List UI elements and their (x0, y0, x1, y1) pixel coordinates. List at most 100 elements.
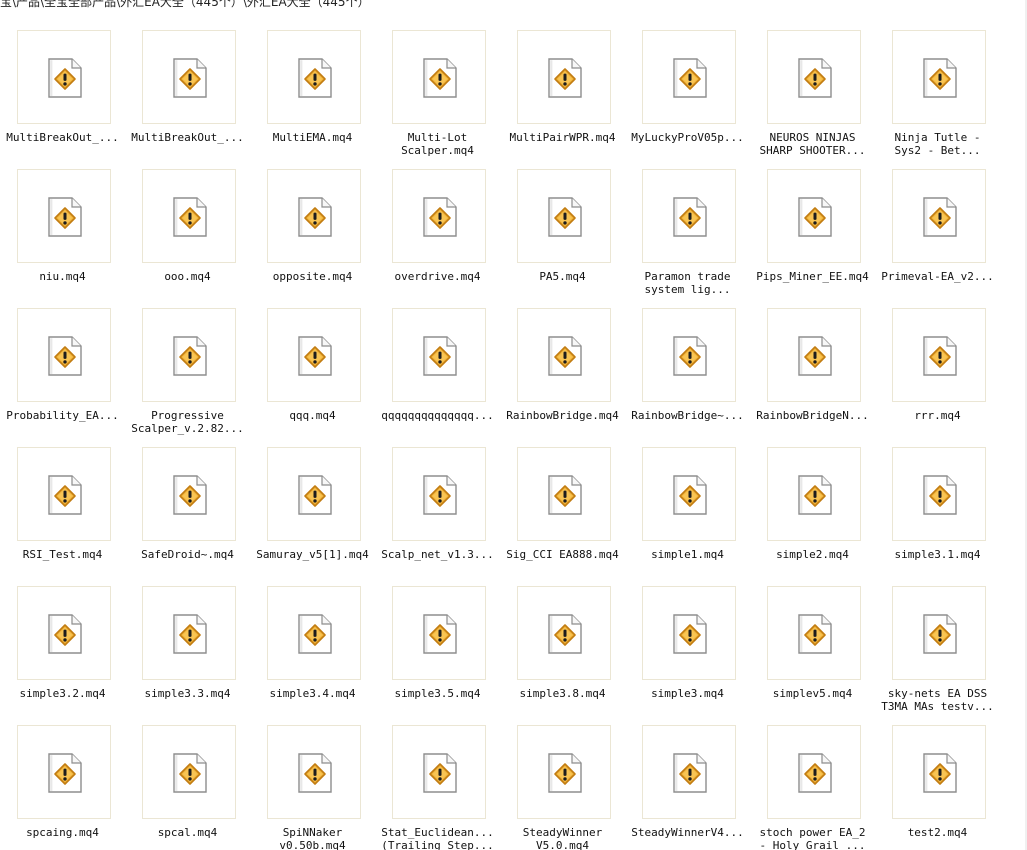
mq4-file-warning-icon (173, 197, 207, 237)
mq4-file-warning-icon (673, 614, 707, 654)
file-item[interactable]: simple3.8.mq4 (500, 556, 625, 700)
file-item[interactable]: RainbowBridge.mq4 (500, 278, 625, 422)
file-item[interactable]: spcaing.mq4 (0, 695, 125, 839)
file-item[interactable]: ooo.mq4 (125, 139, 250, 283)
file-item[interactable]: spcal.mq4 (125, 695, 250, 839)
mq4-file-warning-icon (923, 58, 957, 98)
file-thumbnail (17, 447, 111, 541)
file-item[interactable]: qqq.mq4 (250, 278, 375, 422)
file-item[interactable]: simple3.1.mq4 (875, 417, 1000, 561)
mq4-file-warning-icon (48, 614, 82, 654)
file-item[interactable]: rrr.mq4 (875, 278, 1000, 422)
file-thumbnail (767, 308, 861, 402)
file-item[interactable]: SafeDroid~.mq4 (125, 417, 250, 561)
file-name-label: spcaing.mq4 (26, 826, 99, 839)
file-item[interactable]: simple1.mq4 (625, 417, 750, 561)
file-thumbnail (142, 447, 236, 541)
file-item[interactable]: MultiBreakOut_... (0, 0, 125, 144)
mq4-file-warning-icon (48, 58, 82, 98)
file-item[interactable]: SteadyWinner V5.0.mq4 (500, 695, 625, 850)
file-thumbnail (267, 725, 361, 819)
file-thumbnail (267, 447, 361, 541)
file-item[interactable]: RainbowBridge~... (625, 278, 750, 422)
file-item[interactable]: Pips_Miner_EE.mq4 (750, 139, 875, 283)
file-item[interactable]: qqqqqqqqqqqqqq... (375, 278, 500, 422)
mq4-file-warning-icon (673, 336, 707, 376)
file-item[interactable]: Multi-Lot Scalper.mq4 (375, 0, 500, 157)
file-name-label: Stat_Euclidean... (Trailing Step... (381, 826, 494, 850)
file-thumbnail (517, 30, 611, 124)
file-thumbnail (142, 30, 236, 124)
file-item[interactable]: MultiPairWPR.mq4 (500, 0, 625, 144)
file-item[interactable]: SpiNNaker v0.50b.mq4 (250, 695, 375, 850)
file-item[interactable]: Progressive Scalper_v.2.82... (125, 278, 250, 435)
file-item[interactable]: PA5.mq4 (500, 139, 625, 283)
file-item[interactable]: SteadyWinnerV4... (625, 695, 750, 839)
file-item[interactable]: stoch power EA_2 - Holy Grail ... (750, 695, 875, 850)
file-thumbnail (767, 586, 861, 680)
file-thumbnail (392, 447, 486, 541)
file-thumbnail (642, 447, 736, 541)
mq4-file-warning-icon (548, 753, 582, 793)
file-item[interactable]: simplev5.mq4 (750, 556, 875, 700)
file-item[interactable]: RainbowBridgeN... (750, 278, 875, 422)
file-thumbnail (767, 447, 861, 541)
mq4-file-warning-icon (798, 614, 832, 654)
file-name-label: test2.mq4 (907, 826, 968, 839)
file-item[interactable]: NEUROS NINJAS SHARP SHOOTER... (750, 0, 875, 157)
file-name-label: SpiNNaker v0.50b.mq4 (279, 826, 346, 850)
file-thumbnail (642, 169, 736, 263)
file-item[interactable]: MultiEMA.mq4 (250, 0, 375, 144)
file-item[interactable]: simple3.3.mq4 (125, 556, 250, 700)
file-thumbnail (517, 169, 611, 263)
mq4-file-warning-icon (798, 58, 832, 98)
file-item[interactable]: Probability_EA... (0, 278, 125, 422)
file-item[interactable]: simple2.mq4 (750, 417, 875, 561)
file-item[interactable]: MultiBreakOut_... (125, 0, 250, 144)
file-item[interactable]: simple3.2.mq4 (0, 556, 125, 700)
file-name-label: SteadyWinner V5.0.mq4 (522, 826, 603, 850)
file-thumbnail (392, 169, 486, 263)
mq4-file-warning-icon (673, 58, 707, 98)
file-item[interactable]: niu.mq4 (0, 139, 125, 283)
file-item[interactable]: RSI_Test.mq4 (0, 417, 125, 561)
file-item[interactable]: Sig_CCI EA888.mq4 (500, 417, 625, 561)
mq4-file-warning-icon (923, 475, 957, 515)
file-item[interactable]: Ninja Tutle - Sys2 - Bet... (875, 0, 1000, 157)
mq4-file-warning-icon (673, 475, 707, 515)
file-thumbnail (642, 586, 736, 680)
mq4-file-warning-icon (298, 753, 332, 793)
file-thumbnail (892, 308, 986, 402)
file-thumbnail (767, 725, 861, 819)
file-thumbnail (267, 169, 361, 263)
file-item[interactable]: overdrive.mq4 (375, 139, 500, 283)
file-thumbnail (17, 308, 111, 402)
file-thumbnail (892, 169, 986, 263)
file-item[interactable]: Paramon trade system lig... (625, 139, 750, 296)
mq4-file-warning-icon (798, 336, 832, 376)
mq4-file-warning-icon (173, 475, 207, 515)
mq4-file-warning-icon (48, 197, 82, 237)
file-item[interactable]: Stat_Euclidean... (Trailing Step... (375, 695, 500, 850)
mq4-file-warning-icon (548, 336, 582, 376)
file-item[interactable]: sky-nets EA DSS T3MA MAs testv... (875, 556, 1000, 713)
mq4-file-warning-icon (798, 753, 832, 793)
file-item[interactable]: Scalp_net_v1.3... (375, 417, 500, 561)
file-item[interactable]: Primeval-EA_v2... (875, 139, 1000, 283)
mq4-file-warning-icon (798, 475, 832, 515)
file-item[interactable]: opposite.mq4 (250, 139, 375, 283)
file-thumbnail (642, 308, 736, 402)
mq4-file-warning-icon (423, 475, 457, 515)
file-item[interactable]: simple3.mq4 (625, 556, 750, 700)
mq4-file-warning-icon (548, 475, 582, 515)
file-item[interactable]: MyLuckyProV05p... (625, 0, 750, 144)
file-thumbnail (17, 586, 111, 680)
mq4-file-warning-icon (298, 614, 332, 654)
file-item[interactable]: Samuray_v5[1].mq4 (250, 417, 375, 561)
mq4-file-warning-icon (923, 336, 957, 376)
mq4-file-warning-icon (923, 614, 957, 654)
file-item[interactable]: simple3.5.mq4 (375, 556, 500, 700)
file-grid: MultiBreakOut_... MultiBreakOut_... Mult… (0, 0, 1027, 850)
file-item[interactable]: simple3.4.mq4 (250, 556, 375, 700)
file-item[interactable]: test2.mq4 (875, 695, 1000, 839)
